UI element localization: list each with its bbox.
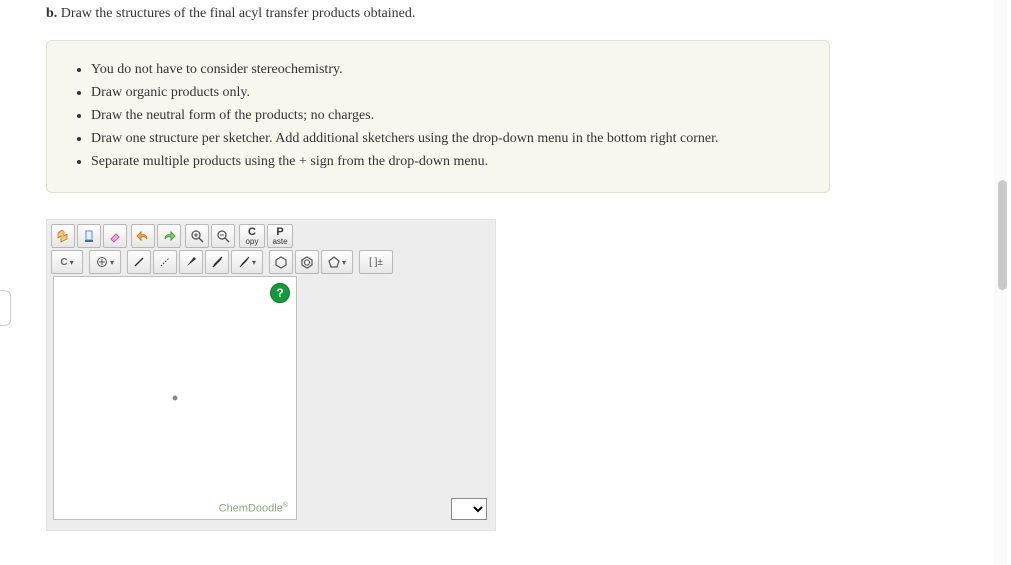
question-part: b. (46, 6, 57, 21)
page-content: b. Draw the structures of the final acyl… (0, 6, 1011, 551)
scrollbar-thumb[interactable] (998, 180, 1007, 290)
erase-tool[interactable] (103, 224, 127, 248)
instructions-box: You do not have to consider stereochemis… (46, 40, 830, 193)
page-edge-tab[interactable] (0, 290, 11, 326)
zoom-out-button[interactable] (211, 224, 235, 248)
clear-tool[interactable] (77, 224, 101, 248)
instruction-item: You do not have to consider stereochemis… (91, 59, 803, 80)
canvas-center-dot-icon (173, 396, 178, 401)
drawing-canvas[interactable]: ? ChemDoodle® (53, 276, 297, 520)
zoom-in-button[interactable] (185, 224, 209, 248)
atom-options[interactable] (89, 250, 121, 274)
ring-picker[interactable] (321, 250, 353, 274)
move-tool[interactable] (51, 224, 75, 248)
single-bond-tool[interactable] (127, 250, 151, 274)
toolbar-row-2: C [ ]± (51, 250, 491, 274)
question-prompt: b. Draw the structures of the final acyl… (46, 6, 1011, 22)
instruction-item: Draw organic products only. (91, 82, 803, 103)
triple-bond-tool[interactable] (231, 250, 263, 274)
recessed-bond-tool[interactable] (153, 250, 177, 274)
toolbar-row-1: Copy Paste (51, 224, 491, 248)
wedge-bond-tool[interactable] (179, 250, 203, 274)
charge-tool[interactable]: [ ]± (359, 250, 393, 274)
benzene-tool[interactable] (295, 250, 319, 274)
chemdoodle-brand: ChemDoodle® (219, 502, 288, 515)
question-text: Draw the structures of the final acyl tr… (57, 6, 415, 21)
cyclohexane-tool[interactable] (269, 250, 293, 274)
double-bond-tool[interactable] (205, 250, 229, 274)
instructions-list: You do not have to consider stereochemis… (73, 59, 803, 172)
undo-button[interactable] (131, 224, 155, 248)
instruction-item: Separate multiple products using the + s… (91, 151, 803, 172)
instruction-item: Draw one structure per sketcher. Add add… (91, 128, 803, 149)
element-picker[interactable]: C (51, 250, 83, 274)
scrollbar[interactable] (994, 0, 1007, 565)
chemdoodle-sketcher: Copy Paste C [ ]± ? ChemDoodle® (46, 219, 496, 531)
add-sketcher-dropdown[interactable] (451, 498, 487, 520)
copy-button[interactable]: Copy (239, 224, 265, 248)
paste-button[interactable]: Paste (267, 224, 293, 248)
redo-button[interactable] (157, 224, 181, 248)
canvas-row: ? ChemDoodle® (51, 276, 491, 520)
help-button[interactable]: ? (270, 283, 290, 303)
sketcher-select[interactable] (451, 498, 487, 520)
instruction-item: Draw the neutral form of the products; n… (91, 105, 803, 126)
